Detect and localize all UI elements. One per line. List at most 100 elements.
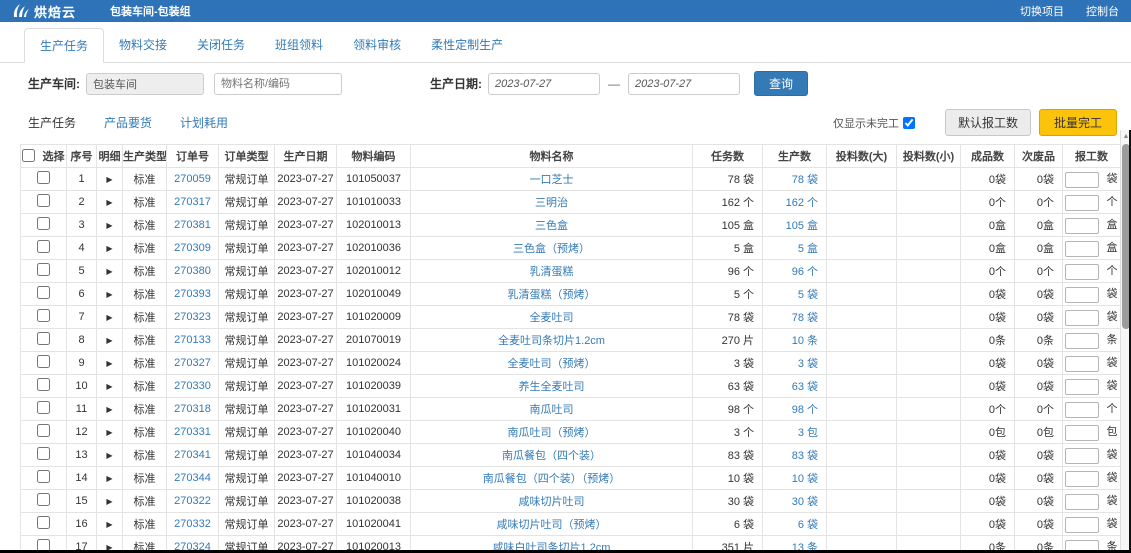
subtab-planned-consumption[interactable]: 计划耗用 bbox=[180, 114, 228, 131]
order-number-link[interactable]: 270393 bbox=[167, 283, 219, 306]
report-qty-input[interactable] bbox=[1065, 172, 1099, 188]
report-qty-input[interactable] bbox=[1065, 471, 1099, 487]
row-select-checkbox[interactable] bbox=[37, 493, 50, 506]
material-name-link[interactable]: 南瓜餐包（四个装）（预烤） bbox=[411, 467, 693, 490]
production-qty-link[interactable]: 5 盒 bbox=[763, 237, 827, 260]
expand-row-icon[interactable]: ▶ bbox=[106, 336, 112, 345]
production-qty-link[interactable]: 3 包 bbox=[763, 421, 827, 444]
order-number-link[interactable]: 270330 bbox=[167, 375, 219, 398]
production-qty-link[interactable]: 3 袋 bbox=[763, 352, 827, 375]
row-select-checkbox[interactable] bbox=[37, 355, 50, 368]
production-qty-link[interactable]: 5 袋 bbox=[763, 283, 827, 306]
expand-row-icon[interactable]: ▶ bbox=[106, 497, 112, 506]
material-name-link[interactable]: 咸味切片吐司 bbox=[411, 490, 693, 513]
production-qty-link[interactable]: 105 盒 bbox=[763, 214, 827, 237]
production-qty-link[interactable]: 96 个 bbox=[763, 260, 827, 283]
expand-row-icon[interactable]: ▶ bbox=[106, 175, 112, 184]
material-name-link[interactable]: 乳清蛋糕（预烤） bbox=[411, 283, 693, 306]
order-number-link[interactable]: 270318 bbox=[167, 398, 219, 421]
row-select-checkbox[interactable] bbox=[37, 447, 50, 460]
tab-flexible-production[interactable]: 柔性定制生产 bbox=[416, 28, 518, 62]
date-from-input[interactable] bbox=[488, 73, 600, 95]
expand-row-icon[interactable]: ▶ bbox=[106, 290, 112, 299]
report-qty-input[interactable] bbox=[1065, 517, 1099, 533]
report-qty-input[interactable] bbox=[1065, 494, 1099, 510]
production-qty-link[interactable]: 10 袋 bbox=[763, 467, 827, 490]
production-qty-link[interactable]: 10 条 bbox=[763, 329, 827, 352]
tab-production-tasks[interactable]: 生产任务 bbox=[24, 28, 104, 63]
production-qty-link[interactable]: 162 个 bbox=[763, 191, 827, 214]
order-number-link[interactable]: 270381 bbox=[167, 214, 219, 237]
row-select-checkbox[interactable] bbox=[37, 309, 50, 322]
order-number-link[interactable]: 270323 bbox=[167, 306, 219, 329]
report-qty-input[interactable] bbox=[1065, 310, 1099, 326]
material-name-link[interactable]: 南瓜吐司（预烤） bbox=[411, 421, 693, 444]
material-name-link[interactable]: 一口芝士 bbox=[411, 168, 693, 191]
switch-project-link[interactable]: 切换项目 bbox=[1020, 3, 1064, 19]
material-name-link[interactable]: 全麦吐司（预烤） bbox=[411, 352, 693, 375]
batch-finish-button[interactable]: 批量完工 bbox=[1039, 109, 1117, 136]
material-name-link[interactable]: 三色盒 bbox=[411, 214, 693, 237]
expand-row-icon[interactable]: ▶ bbox=[106, 451, 112, 460]
row-select-checkbox[interactable] bbox=[37, 424, 50, 437]
expand-row-icon[interactable]: ▶ bbox=[106, 382, 112, 391]
only-unfinished-checkbox[interactable] bbox=[903, 117, 915, 129]
tab-close-tasks[interactable]: 关闭任务 bbox=[182, 28, 260, 62]
material-name-link[interactable]: 全麦吐司条切片1.2cm bbox=[411, 329, 693, 352]
row-select-checkbox[interactable] bbox=[37, 194, 50, 207]
expand-row-icon[interactable]: ▶ bbox=[106, 474, 112, 483]
row-select-checkbox[interactable] bbox=[37, 171, 50, 184]
row-select-checkbox[interactable] bbox=[37, 217, 50, 230]
material-search-input[interactable] bbox=[214, 73, 342, 95]
order-number-link[interactable]: 270331 bbox=[167, 421, 219, 444]
row-select-checkbox[interactable] bbox=[37, 332, 50, 345]
expand-row-icon[interactable]: ▶ bbox=[106, 405, 112, 414]
order-number-link[interactable]: 270341 bbox=[167, 444, 219, 467]
material-name-link[interactable]: 咸味切片吐司（预烤） bbox=[411, 513, 693, 536]
material-name-link[interactable]: 养生全麦吐司 bbox=[411, 375, 693, 398]
expand-row-icon[interactable]: ▶ bbox=[106, 359, 112, 368]
material-name-link[interactable]: 南瓜吐司 bbox=[411, 398, 693, 421]
tab-material-handover[interactable]: 物料交接 bbox=[104, 28, 182, 62]
order-number-link[interactable]: 270133 bbox=[167, 329, 219, 352]
report-qty-input[interactable] bbox=[1065, 425, 1099, 441]
material-name-link[interactable]: 南瓜餐包（四个装） bbox=[411, 444, 693, 467]
production-qty-link[interactable]: 63 袋 bbox=[763, 375, 827, 398]
report-qty-input[interactable] bbox=[1065, 241, 1099, 257]
report-qty-input[interactable] bbox=[1065, 379, 1099, 395]
row-select-checkbox[interactable] bbox=[37, 263, 50, 276]
order-number-link[interactable]: 270332 bbox=[167, 513, 219, 536]
expand-row-icon[interactable]: ▶ bbox=[106, 520, 112, 529]
report-qty-input[interactable] bbox=[1065, 448, 1099, 464]
production-qty-link[interactable]: 78 袋 bbox=[763, 168, 827, 191]
order-number-link[interactable]: 270059 bbox=[167, 168, 219, 191]
expand-row-icon[interactable]: ▶ bbox=[106, 428, 112, 437]
material-name-link[interactable]: 三色盒（预烤） bbox=[411, 237, 693, 260]
production-qty-link[interactable]: 78 袋 bbox=[763, 306, 827, 329]
order-number-link[interactable]: 270380 bbox=[167, 260, 219, 283]
row-select-checkbox[interactable] bbox=[37, 286, 50, 299]
material-name-link[interactable]: 全麦吐司 bbox=[411, 306, 693, 329]
order-number-link[interactable]: 270317 bbox=[167, 191, 219, 214]
row-select-checkbox[interactable] bbox=[37, 470, 50, 483]
production-qty-link[interactable]: 98 个 bbox=[763, 398, 827, 421]
expand-row-icon[interactable]: ▶ bbox=[106, 267, 112, 276]
report-qty-input[interactable] bbox=[1065, 218, 1099, 234]
order-number-link[interactable]: 270344 bbox=[167, 467, 219, 490]
subtab-product-demand[interactable]: 产品要货 bbox=[104, 114, 152, 131]
report-qty-input[interactable] bbox=[1065, 402, 1099, 418]
production-qty-link[interactable]: 30 袋 bbox=[763, 490, 827, 513]
date-to-input[interactable] bbox=[628, 73, 740, 95]
report-qty-input[interactable] bbox=[1065, 264, 1099, 280]
tab-requisition-review[interactable]: 领料审核 bbox=[338, 28, 416, 62]
material-name-link[interactable]: 乳清蛋糕 bbox=[411, 260, 693, 283]
report-qty-input[interactable] bbox=[1065, 333, 1099, 349]
order-number-link[interactable]: 270322 bbox=[167, 490, 219, 513]
row-select-checkbox[interactable] bbox=[37, 378, 50, 391]
search-button[interactable]: 查询 bbox=[754, 71, 808, 96]
row-select-checkbox[interactable] bbox=[37, 240, 50, 253]
expand-row-icon[interactable]: ▶ bbox=[106, 221, 112, 230]
row-select-checkbox[interactable] bbox=[37, 516, 50, 529]
production-qty-link[interactable]: 6 袋 bbox=[763, 513, 827, 536]
row-select-checkbox[interactable] bbox=[37, 401, 50, 414]
